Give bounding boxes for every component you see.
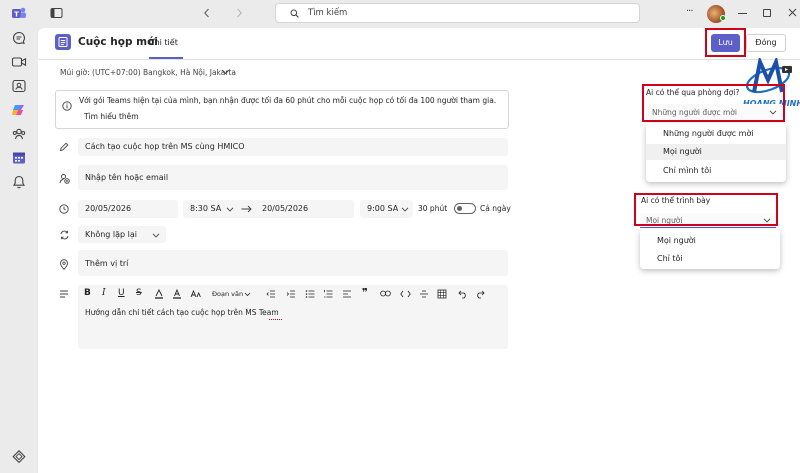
paragraph-style-dropdown[interactable]: Đoạn văn: [212, 290, 243, 298]
bell-icon[interactable]: [11, 174, 27, 190]
undo-icon[interactable]: [458, 289, 468, 299]
info-icon: [62, 101, 72, 111]
strikethrough-icon[interactable]: S: [136, 288, 142, 298]
redo-icon[interactable]: [475, 289, 485, 299]
apps-icon[interactable]: [11, 449, 27, 465]
title-input[interactable]: Cách tạo cuộc họp trên MS cùng HMICO: [78, 138, 508, 156]
duration-text: 30 phút: [418, 204, 448, 213]
end-time-picker[interactable]: 9:00 SA: [360, 200, 413, 218]
search-box[interactable]: Tìm kiếm: [275, 3, 640, 23]
meeting-header: Cuộc họp mới Chi tiết Lưu Đóng: [38, 28, 800, 60]
copilot-icon[interactable]: [11, 102, 27, 118]
chat-icon[interactable]: [11, 30, 27, 46]
all-day-toggle[interactable]: [454, 203, 476, 214]
plan-notice: Với gói Teams hiện tại của mình, bạn nhậ…: [55, 90, 509, 129]
back-icon[interactable]: [203, 8, 211, 18]
underline-icon[interactable]: U: [118, 288, 125, 298]
learn-more-link[interactable]: Tìm hiểu thêm: [84, 112, 139, 121]
close-button[interactable]: Đóng: [746, 34, 786, 52]
search-icon: [290, 9, 299, 18]
meeting-form-panel: Cuộc họp mới Chi tiết Lưu Đóng HOANG MIN…: [38, 28, 800, 473]
lobby-options-menu: Những người được mời Mọi người Chỉ mình …: [646, 123, 786, 182]
all-day-label: Cả ngày: [480, 204, 511, 213]
description-editor[interactable]: B I U S Đoạn văn ❞ Hướng dẫn chi tiết cá…: [78, 285, 508, 349]
attendees-input[interactable]: Nhập tên hoặc email: [78, 165, 508, 190]
repeat-dropdown[interactable]: Không lặp lại: [78, 226, 166, 243]
description-text: Hướng dẫn chi tiết cách tạo cuộc họp trê…: [85, 308, 279, 317]
presenter-option-only-me[interactable]: Chỉ tôi: [657, 254, 683, 263]
table-icon[interactable]: [437, 289, 447, 299]
svg-text:T: T: [14, 11, 19, 19]
page-title: Cuộc họp mới: [78, 36, 158, 48]
indent-icon[interactable]: [286, 289, 296, 299]
bold-icon[interactable]: B: [84, 288, 91, 298]
font-size-icon[interactable]: [190, 289, 201, 299]
toggle-knob: [457, 206, 462, 211]
clock-icon: [59, 204, 69, 214]
chevron-down-icon: [152, 233, 160, 238]
presence-badge: [720, 15, 726, 21]
repeat-icon: [59, 230, 70, 240]
spellcheck-underline: [269, 318, 282, 320]
meeting-app-icon: [55, 34, 71, 50]
quote-icon[interactable]: ❞: [362, 286, 368, 299]
code-icon[interactable]: [400, 290, 411, 298]
presenter-options-menu: Mọi người Chỉ tôi: [640, 229, 780, 269]
community-icon[interactable]: [11, 78, 27, 94]
app-rail: T: [0, 0, 38, 473]
presenter-option-everyone[interactable]: Mọi người: [657, 236, 696, 245]
align-icon[interactable]: [342, 289, 352, 299]
italic-icon[interactable]: I: [102, 288, 106, 298]
arrow-right-icon: [241, 205, 252, 213]
timezone-label[interactable]: Múi giờ: (UTC+07:00) Bangkok, Hà Nội, Ja…: [60, 68, 236, 77]
video-icon[interactable]: [11, 54, 27, 70]
teams-logo-icon[interactable]: T: [11, 5, 27, 21]
calendar-icon[interactable]: [11, 150, 27, 166]
pencil-icon: [59, 142, 69, 152]
numbered-list-icon[interactable]: [323, 289, 333, 299]
description-lines-icon: [59, 290, 69, 298]
outdent-icon[interactable]: [266, 289, 276, 299]
notice-text: Với gói Teams hiện tại của mình, bạn nhậ…: [79, 96, 497, 105]
search-placeholder: Tìm kiếm: [308, 8, 348, 18]
end-date-picker[interactable]: 20/05/2026: [255, 200, 354, 218]
chevron-down-icon: [401, 207, 409, 212]
highlight-icon[interactable]: [154, 289, 164, 299]
formatting-toolbar: B I U S Đoạn văn ❞: [78, 285, 508, 303]
start-date-picker[interactable]: 20/05/2026: [78, 200, 178, 218]
lobby-option-everyone[interactable]: Mọi người: [663, 147, 702, 156]
start-time-picker[interactable]: 8:30 SA: [183, 200, 265, 218]
tab-details-indicator: [149, 57, 183, 59]
lobby-option-only-me[interactable]: Chỉ mình tôi: [663, 166, 711, 175]
title-bar: Tìm kiếm ···: [38, 0, 800, 28]
minimize-icon[interactable]: [738, 13, 747, 14]
location-input[interactable]: Thêm vị trí: [78, 250, 508, 276]
location-pin-icon: [59, 259, 69, 270]
timezone-chevron-icon[interactable]: [221, 69, 230, 75]
maximize-icon[interactable]: [763, 9, 771, 17]
add-person-icon: [59, 173, 70, 184]
chevron-down-icon: [226, 207, 234, 212]
close-window-icon[interactable]: [788, 8, 797, 17]
forward-icon[interactable]: [235, 8, 243, 18]
font-color-icon[interactable]: [172, 289, 182, 299]
lobby-highlight-box: [642, 84, 785, 122]
chevron-down-icon[interactable]: [244, 292, 251, 297]
tab-details[interactable]: Chi tiết: [149, 38, 178, 47]
sidebar-toggle-icon[interactable]: [50, 7, 63, 19]
bulleted-list-icon[interactable]: [305, 289, 315, 299]
horizontal-rule-icon[interactable]: [419, 289, 429, 299]
link-icon[interactable]: [380, 290, 391, 297]
presenter-highlight-box: [634, 193, 778, 226]
save-highlight-box: [705, 28, 746, 57]
lobby-option-invited[interactable]: Những người được mời: [663, 129, 754, 138]
more-options-icon[interactable]: ···: [686, 6, 693, 17]
people-icon[interactable]: [11, 126, 27, 142]
